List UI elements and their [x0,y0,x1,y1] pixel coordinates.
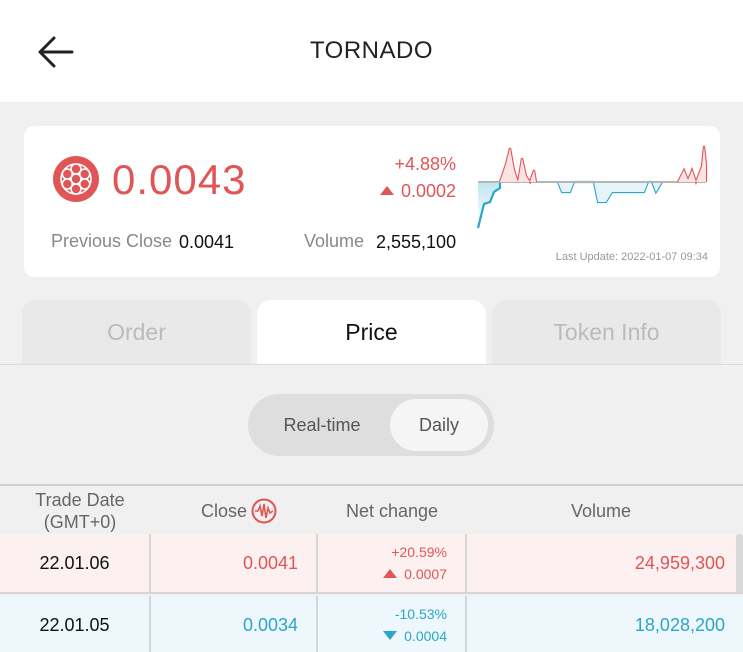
period-toggle: Real-time Daily [248,394,494,456]
row-net-percent: -10.53% [394,606,447,622]
current-price: 0.0043 [112,156,247,203]
row-net-change: +20.59% 0.0007 [318,534,467,594]
row-net-value: 0.0007 [404,566,447,582]
token-logo-icon [53,156,99,202]
row-date: 22.01.05 [0,596,151,652]
table-header: Trade Date (GMT+0) Close Net change Volu… [0,484,743,534]
row-net-change: -10.53% 0.0004 [318,596,467,652]
row-net-percent: +20.59% [391,544,447,560]
volume-label: Volume [304,231,365,251]
chart-wave-icon[interactable] [251,498,277,524]
row-net-value: 0.0004 [404,628,447,644]
price-summary-card: 0.0043 +4.88% 0.0002 Previous Close 0.00… [24,126,720,277]
change-value: 0.0002 [400,181,456,201]
column-net-change: Net change [345,501,439,521]
up-triangle-icon [383,569,398,578]
column-volume: Volume [570,501,632,521]
toggle-daily[interactable]: Daily [390,399,488,451]
tab-bar: Order Price Token Info [0,300,743,365]
row-date: 22.01.06 [0,534,151,594]
table-row[interactable]: 22.01.06 0.0041 +20.59% 0.0007 24,959,30… [0,534,743,594]
last-update-timestamp: Last Update: 2022-01-07 09:34 [555,251,708,263]
tab-price[interactable]: Price [257,300,486,364]
down-triangle-icon [383,631,398,640]
change-value-row: 0.0002 [354,181,456,202]
column-trade-date: Trade Date (GMT+0) [35,490,125,532]
column-close: Close [160,486,318,536]
scrollbar[interactable] [736,534,743,594]
toggle-realtime[interactable]: Real-time [266,394,378,456]
table-row[interactable]: 22.01.05 0.0034 -10.53% 0.0004 18,028,20… [0,596,743,652]
row-close: 0.0034 [151,596,318,652]
row-volume: 24,959,300 [467,534,743,594]
previous-close-value: 0.0041 [179,232,235,252]
tab-token-info[interactable]: Token Info [492,300,721,364]
tab-order[interactable]: Order [22,300,251,364]
column-close-label: Close [200,501,248,521]
page-title: TORNADO [309,37,434,64]
row-net-value-line: 0.0004 [383,625,447,647]
tab-divider [0,364,743,365]
volume-value: 2,555,100 [376,232,457,252]
previous-close-label: Previous Close [51,231,173,251]
up-triangle-icon [379,186,394,195]
change-percent: +4.88% [394,154,456,174]
intraday-sparkline [476,145,708,229]
header: TORNADO [0,0,743,102]
row-net-value-line: 0.0007 [383,563,447,585]
row-close: 0.0041 [151,534,318,594]
row-volume: 18,028,200 [467,596,743,652]
